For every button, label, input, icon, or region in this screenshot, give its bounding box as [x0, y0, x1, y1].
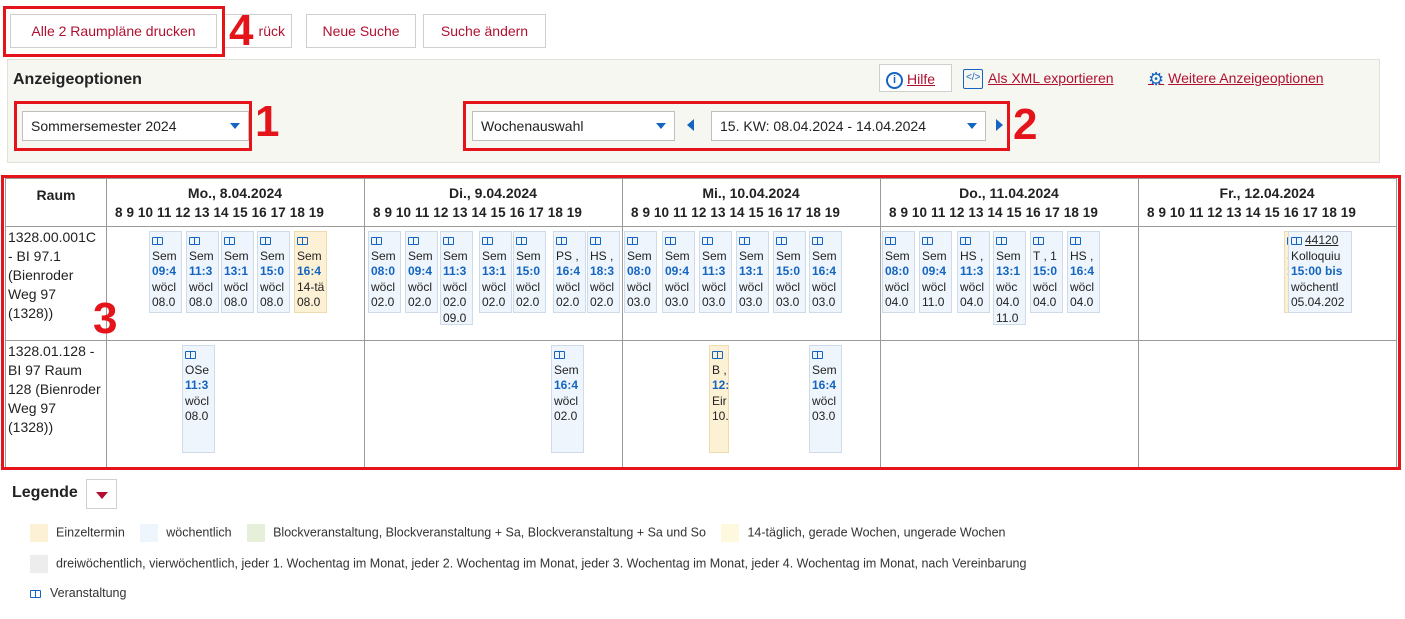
new-search-button[interactable]: Neue Suche — [306, 14, 416, 48]
legend-row: dreiwöchentlich, vierwöchentlich, jeder … — [30, 555, 1026, 573]
export-xml-link[interactable]: </> Als XML exportieren — [963, 64, 1114, 92]
more-options-label: Weitere Anzeigeoptionen — [1168, 70, 1324, 86]
legend-row: Einzeltermin wöchentlich Blockveranstalt… — [30, 524, 1006, 542]
book-icon — [30, 589, 41, 598]
callout-number: 4 — [229, 6, 254, 55]
edit-search-button[interactable]: Suche ändern — [423, 14, 546, 48]
legend-label: 14-täglich, gerade Wochen, ungerade Woch… — [747, 525, 1006, 540]
annotation-box — [3, 6, 225, 57]
annotation-box — [1, 175, 1401, 470]
help-link[interactable]: i Hilfe — [879, 64, 952, 92]
swatch-biweekly — [721, 524, 740, 542]
export-xml-label: Als XML exportieren — [988, 70, 1114, 86]
code-file-icon: </> — [963, 69, 983, 90]
legend-toggle-button[interactable] — [86, 479, 117, 509]
callout-number: 1 — [255, 97, 280, 146]
callout-number: 2 — [1013, 100, 1038, 149]
legend-label: wöchentlich — [166, 525, 232, 540]
legend-row: Veranstaltung — [30, 586, 126, 600]
swatch-single — [30, 524, 48, 542]
swatch-weekly — [140, 524, 159, 542]
more-options-link[interactable]: ⚙ Weitere Anzeigeoptionen — [1148, 64, 1324, 92]
annotation-box — [14, 101, 252, 151]
legend-label: Einzeltermin — [56, 525, 125, 540]
gear-icon: ⚙ — [1148, 69, 1165, 90]
callout-number: 3 — [93, 294, 118, 343]
legend-label: Blockveranstaltung, Blockveranstaltung +… — [273, 525, 706, 540]
legend-label: Veranstaltung — [50, 586, 127, 600]
help-label: Hilfe — [907, 71, 936, 87]
swatch-other — [30, 555, 48, 573]
swatch-block — [247, 524, 266, 542]
display-options-title: Anzeigeoptionen — [13, 71, 142, 88]
legend-title: Legende — [12, 484, 78, 501]
annotation-box — [463, 101, 1010, 151]
info-icon: i — [886, 71, 903, 89]
legend-label: dreiwöchentlich, vierwöchentlich, jeder … — [56, 556, 1027, 571]
